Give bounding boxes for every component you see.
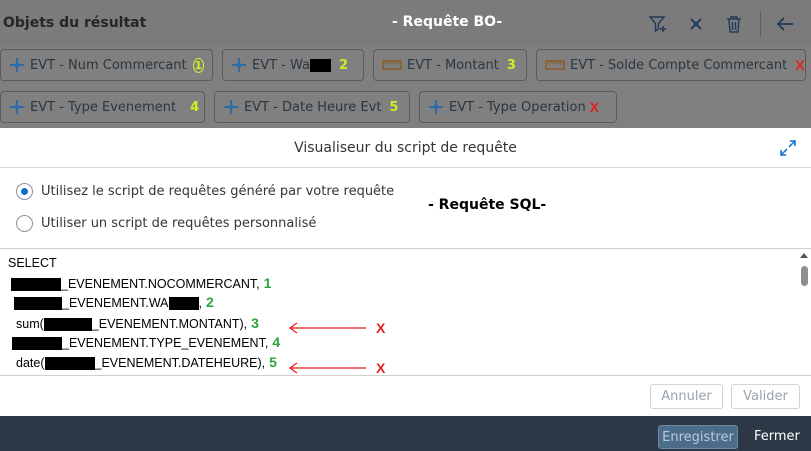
redaction-block	[43, 318, 92, 332]
chip-mark: 5	[389, 99, 399, 115]
dimension-icon	[231, 57, 247, 73]
dimension-icon	[9, 99, 25, 115]
radio-button-selected[interactable]	[16, 183, 33, 200]
delete-icon[interactable]	[722, 12, 746, 36]
expand-icon[interactable]	[779, 139, 797, 157]
sql-line-mark: 3	[251, 315, 259, 331]
chip-solde-compte-commercant[interactable]: EVT - Solde Compte Commercant X	[536, 49, 806, 81]
validate-button[interactable]: Valider	[731, 384, 800, 409]
radio-custom-label: Utiliser un script de requêtes personnal…	[41, 216, 317, 231]
header-separator	[760, 11, 761, 37]
chip-mark: X	[795, 57, 805, 73]
chip-mark: 1	[192, 57, 204, 73]
x-annotation: X	[376, 320, 386, 336]
chip-wa[interactable]: EVT - Wa 2	[222, 49, 364, 81]
add-filter-icon[interactable]	[646, 12, 670, 36]
close-button[interactable]: Fermer	[754, 429, 800, 444]
save-button[interactable]: Enregistrer	[658, 425, 738, 449]
sql-line-mark: 1	[263, 275, 272, 291]
sql-script-textarea[interactable]: SELECT _EVENEMENT.NOCOMMERCANT, 1 _EVENEM…	[0, 248, 811, 376]
dimension-icon	[9, 57, 25, 73]
dimension-icon	[428, 99, 444, 115]
chip-montant[interactable]: EVT - Montant 3	[373, 49, 527, 81]
measure-icon	[545, 59, 565, 71]
radio-generated-label: Utilisez le script de requêtes généré pa…	[41, 184, 395, 199]
dimension-icon	[223, 99, 239, 115]
chip-label: EVT - Date Heure Evt	[244, 99, 382, 115]
sql-line-mark: 2	[206, 294, 214, 310]
footer-bar: Enregistrer Fermer	[0, 416, 811, 451]
chip-label: EVT - Montant	[407, 57, 499, 73]
chip-num-commercant[interactable]: EVT - Num Commercant 1	[0, 49, 213, 81]
result-objects-title: Objets du résultat	[3, 15, 147, 31]
chip-label: EVT - Type Evenement	[30, 99, 177, 115]
sql-line: date(_EVENEMENT.DATEHEURE), 5	[16, 354, 277, 371]
sql-line: _EVENEMENT.WA, 2	[14, 294, 214, 311]
chip-mark: 2	[339, 57, 349, 73]
arrow-annotation	[288, 322, 366, 334]
scroll-up-icon[interactable]	[800, 253, 808, 258]
measure-icon	[382, 59, 402, 71]
sql-query-annotation: - Requête SQL-	[428, 197, 547, 213]
chip-label: EVT - Type Operation	[449, 99, 586, 115]
close-icon[interactable]	[684, 12, 708, 36]
result-objects-row-2: EVT - Type Evenement 4 EVT - Date Heure …	[0, 91, 626, 123]
chip-mark: 3	[506, 57, 516, 73]
scrollbar-thumb[interactable]	[801, 266, 808, 286]
sql-line: _EVENEMENT.TYPE_EVENEMENT, 4	[12, 334, 281, 351]
chip-mark: 4	[190, 99, 200, 115]
radio-generated-script[interactable]: Utilisez le script de requêtes généré pa…	[16, 183, 394, 200]
redaction-block	[14, 297, 62, 311]
back-arrow-icon[interactable]	[773, 12, 797, 36]
redaction-block	[310, 58, 331, 72]
query-script-viewer-dialog: Visualiseur du script de requête Utilise…	[0, 128, 811, 416]
sql-line: _EVENEMENT.NOCOMMERCANT, 1	[11, 275, 272, 292]
chip-date-heure-evt[interactable]: EVT - Date Heure Evt 5	[214, 91, 410, 123]
redaction-block	[11, 278, 61, 292]
chip-type-operation[interactable]: EVT - Type Operation X	[419, 91, 617, 123]
header-toolbar	[646, 11, 811, 37]
result-objects-row-1: EVT - Num Commercant 1 EVT - Wa 2 EVT - …	[0, 49, 811, 81]
arrow-annotation	[288, 362, 366, 374]
dialog-header: Visualiseur du script de requête	[0, 128, 811, 168]
cancel-button[interactable]: Annuler	[650, 384, 723, 409]
chip-label: EVT - Num Commercant	[30, 57, 187, 73]
radio-button[interactable]	[16, 215, 33, 232]
dialog-title: Visualiseur du script de requête	[294, 139, 517, 156]
bo-query-annotation: - Requête BO-	[392, 14, 503, 30]
redaction-block	[12, 337, 62, 351]
sql-line-mark: 4	[272, 334, 281, 350]
chip-mark: X	[589, 99, 600, 115]
chip-type-evenement[interactable]: EVT - Type Evenement 4	[0, 91, 205, 123]
chip-label: EVT - Wa	[252, 57, 310, 73]
redaction-block	[168, 297, 199, 311]
sql-line: sum(_EVENEMENT.MONTANT), 3	[16, 315, 259, 332]
chip-label: EVT - Solde Compte Commercant	[570, 57, 788, 73]
sql-line-mark: 5	[269, 354, 277, 370]
redaction-block	[44, 357, 95, 371]
x-annotation: X	[376, 360, 386, 376]
sql-line: SELECT	[8, 256, 57, 270]
radio-custom-script[interactable]: Utiliser un script de requêtes personnal…	[16, 215, 316, 232]
